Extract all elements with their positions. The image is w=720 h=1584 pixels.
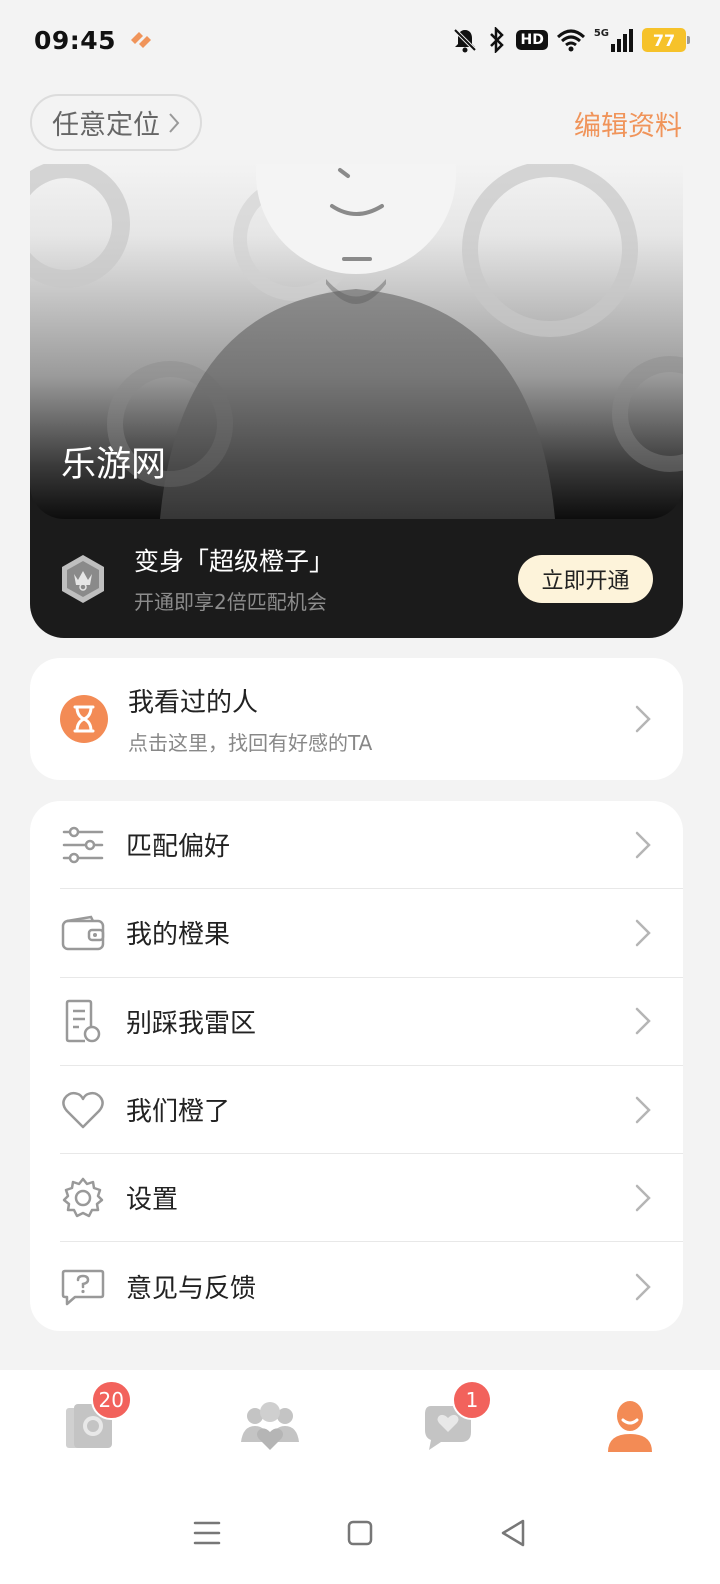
home-square-icon[interactable] [340, 1513, 380, 1553]
menu-label: 意见与反馈 [126, 1274, 257, 1305]
chevron-right-icon [635, 1184, 651, 1212]
settings-menu: 匹配偏好 我的橙果 别踩我雷区 我们橙了 设置 意见与反馈 [30, 801, 683, 1331]
edit-profile-link[interactable]: 编辑资料 [574, 104, 682, 143]
menu-item-we-matched[interactable]: 我们橙了 [60, 1066, 683, 1155]
sliders-icon [60, 822, 106, 868]
location-button[interactable]: 任意定位 [30, 94, 202, 151]
location-label: 任意定位 [52, 110, 160, 141]
vip-promo-bar[interactable]: 变身「超级橙子」 开通即享2倍匹配机会 立即开通 [30, 519, 683, 638]
system-nav-bar [0, 1482, 720, 1584]
nav-tab-community[interactable] [230, 1386, 310, 1466]
profile-card: 乐游网 变身「超级橙子」 开通即享2倍匹配机会 立即开通 [30, 164, 683, 638]
nickname: 乐游网 [61, 445, 167, 485]
back-triangle-icon[interactable] [493, 1513, 533, 1553]
viewed-subtitle: 点击这里，找回有好感的TA [128, 731, 373, 755]
feedback-icon [60, 1264, 106, 1310]
chevron-right-icon [635, 1096, 651, 1123]
menu-label: 设置 [126, 1185, 179, 1216]
chevron-right-icon [635, 705, 651, 733]
nav-tab-profile[interactable] [590, 1386, 670, 1466]
menu-label: 我的橙果 [126, 920, 231, 951]
chevron-right-icon [635, 1007, 651, 1035]
chevron-right-icon [635, 1273, 651, 1300]
app-notification-icon [128, 29, 154, 51]
network-type: 5G [593, 28, 609, 39]
menu-item-dont-step-on-my-mines[interactable]: 别踩我雷区 [60, 978, 683, 1066]
notification-badge: 1 [452, 1380, 492, 1420]
activate-vip-button[interactable]: 立即开通 [518, 554, 653, 603]
notification-badge: 20 [90, 1380, 132, 1420]
menu-label: 别踩我雷区 [126, 1008, 257, 1039]
viewed-people-card[interactable]: 我看过的人 点击这里，找回有好感的TA [30, 658, 683, 780]
nav-tab-messages[interactable]: 1 [410, 1380, 492, 1466]
vip-crown-badge-icon [62, 554, 104, 603]
bluetooth-icon [486, 27, 508, 53]
hourglass-icon [60, 695, 108, 743]
person-icon [608, 1401, 652, 1452]
status-left: 09:45 [34, 26, 154, 55]
heart-icon [60, 1087, 106, 1133]
chevron-right-icon [169, 112, 180, 133]
menu-item-settings[interactable]: 设置 [60, 1154, 683, 1243]
menu-icon[interactable] [187, 1513, 227, 1553]
menu-label: 我们橙了 [126, 1097, 231, 1128]
mute-bell-icon [452, 27, 478, 53]
nav-tab-cards[interactable]: 20 [50, 1380, 132, 1466]
status-right: HD 5G 77 [452, 27, 690, 53]
battery-indicator: 77 [642, 28, 690, 52]
vip-title: 变身「超级橙子」 [134, 547, 335, 576]
signal-icon: 5G [594, 28, 634, 52]
wifi-icon [556, 28, 586, 52]
chevron-right-icon [635, 831, 651, 858]
menu-item-feedback[interactable]: 意见与反馈 [60, 1242, 683, 1330]
vip-subtitle: 开通即享2倍匹配机会 [134, 590, 327, 614]
chevron-right-icon [635, 919, 651, 947]
status-bar: 09:45 HD 5G 77 [0, 0, 720, 80]
bottom-nav: 20 1 [0, 1370, 720, 1482]
wallet-icon [60, 910, 106, 956]
status-time: 09:45 [34, 25, 117, 55]
document-icon [60, 998, 106, 1044]
profile-photo[interactable]: 乐游网 [30, 164, 683, 519]
people-heart-icon [241, 1402, 299, 1450]
viewed-title: 我看过的人 [128, 688, 259, 718]
hd-badge: HD [516, 30, 548, 50]
vip-text: 变身「超级橙子」 开通即享2倍匹配机会 [134, 542, 518, 615]
gear-icon [60, 1175, 106, 1221]
menu-item-match-preferences[interactable]: 匹配偏好 [60, 801, 683, 890]
menu-item-my-orange-fruit[interactable]: 我的橙果 [60, 889, 683, 978]
menu-label: 匹配偏好 [126, 832, 231, 863]
viewed-text: 我看过的人 点击这里，找回有好感的TA [128, 682, 633, 756]
